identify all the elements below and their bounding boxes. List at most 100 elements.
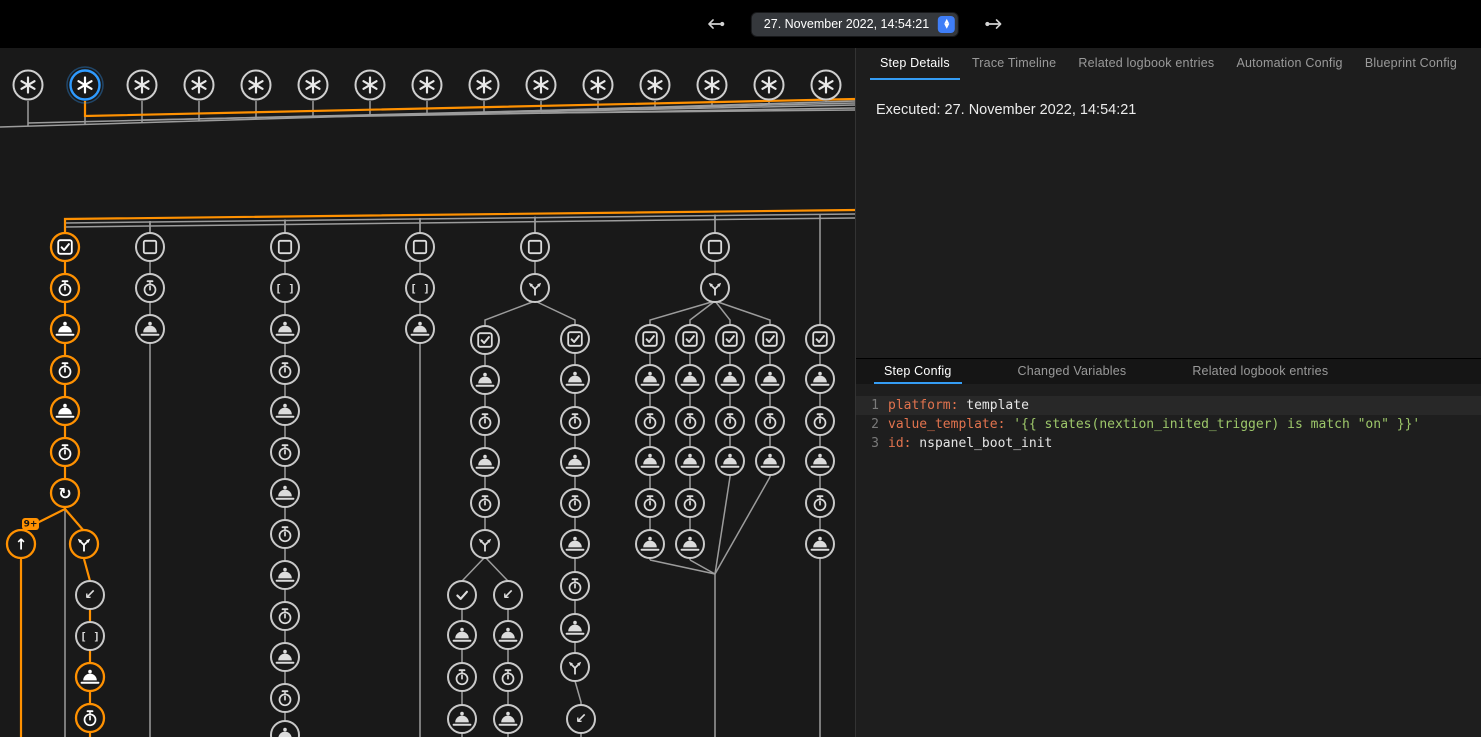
split-node[interactable]	[561, 653, 589, 681]
bell-node[interactable]	[806, 447, 834, 475]
tab-step-config[interactable]: Step Config	[874, 359, 962, 384]
bell-node[interactable]	[561, 448, 589, 476]
asterisk-node[interactable]	[470, 71, 499, 100]
timer-node[interactable]	[561, 572, 589, 600]
bell-node[interactable]	[271, 561, 299, 589]
timer-node[interactable]	[806, 407, 834, 435]
bell-node[interactable]	[448, 705, 476, 733]
timer-node[interactable]	[471, 489, 499, 517]
bell-node[interactable]	[494, 705, 522, 733]
asterisk-node[interactable]	[185, 71, 214, 100]
timer-node[interactable]	[136, 274, 164, 302]
asterisk-node[interactable]	[14, 71, 43, 100]
trace-picker-select[interactable]: 27. November 2022, 14:54:21 ▲▼	[751, 12, 959, 37]
bell-node[interactable]	[806, 530, 834, 558]
timer-node[interactable]	[676, 407, 704, 435]
arrow-bottom-left-node[interactable]: ↙	[494, 581, 522, 609]
square-node[interactable]	[136, 233, 164, 261]
bell-node[interactable]	[271, 643, 299, 671]
timer-node[interactable]	[716, 407, 744, 435]
bell-node[interactable]	[471, 448, 499, 476]
timer-node[interactable]	[676, 489, 704, 517]
timer-node[interactable]	[51, 438, 79, 466]
bell-node[interactable]	[561, 530, 589, 558]
asterisk-node[interactable]	[584, 71, 613, 100]
checkbox-marked-node[interactable]	[636, 325, 664, 353]
asterisk-node[interactable]	[128, 71, 157, 100]
bell-node[interactable]	[756, 365, 784, 393]
checkbox-marked-node[interactable]	[51, 233, 79, 261]
tab-automation-config[interactable]: Automation Config	[1226, 48, 1352, 80]
code-line[interactable]: 3id: nspanel_boot_init	[856, 434, 1481, 453]
bell-node[interactable]	[271, 479, 299, 507]
checkbox-marked-node[interactable]	[756, 325, 784, 353]
square-node[interactable]	[406, 233, 434, 261]
asterisk-node[interactable]	[527, 71, 556, 100]
checkbox-marked-node[interactable]	[676, 325, 704, 353]
timer-node[interactable]	[271, 684, 299, 712]
split-node[interactable]	[521, 274, 549, 302]
bell-node[interactable]	[406, 315, 434, 343]
asterisk-node[interactable]	[698, 71, 727, 100]
timer-node[interactable]	[76, 704, 104, 732]
tab-changed-variables[interactable]: Changed Variables	[1008, 359, 1137, 384]
bell-node[interactable]	[806, 365, 834, 393]
brackets-node[interactable]: [ ]	[406, 274, 434, 302]
bell-node[interactable]	[271, 721, 299, 737]
timer-node[interactable]	[806, 489, 834, 517]
timer-node[interactable]	[636, 489, 664, 517]
tab-step-details[interactable]: Step Details	[870, 48, 960, 80]
square-node[interactable]	[521, 233, 549, 261]
asterisk-node[interactable]	[356, 71, 385, 100]
refresh-node[interactable]: ↻	[51, 479, 79, 507]
timer-node[interactable]	[271, 356, 299, 384]
step-config-code-editor[interactable]: 1platform: template2value_template: '{{ …	[856, 384, 1481, 737]
bell-node[interactable]	[271, 315, 299, 343]
tab-blueprint-config[interactable]: Blueprint Config	[1355, 48, 1467, 80]
square-node[interactable]	[271, 233, 299, 261]
bell-node[interactable]	[76, 663, 104, 691]
checkbox-marked-node[interactable]	[561, 325, 589, 353]
timer-node[interactable]	[561, 489, 589, 517]
timer-node[interactable]	[271, 602, 299, 630]
check-node[interactable]	[448, 581, 476, 609]
split-node[interactable]	[471, 530, 499, 558]
code-line[interactable]: 2value_template: '{{ states(nextion_init…	[856, 415, 1481, 434]
asterisk-node[interactable]	[755, 71, 784, 100]
timer-node[interactable]	[271, 438, 299, 466]
timer-node[interactable]	[636, 407, 664, 435]
timer-node[interactable]	[448, 663, 476, 691]
asterisk-node[interactable]	[67, 67, 103, 103]
timer-node[interactable]	[51, 274, 79, 302]
arrow-bottom-left-node[interactable]: ↙	[567, 705, 595, 733]
asterisk-node[interactable]	[299, 71, 328, 100]
arrow-bottom-left-node[interactable]: ↙	[76, 581, 104, 609]
timer-node[interactable]	[561, 407, 589, 435]
bell-node[interactable]	[561, 365, 589, 393]
timer-node[interactable]	[51, 356, 79, 384]
bell-node[interactable]	[561, 614, 589, 642]
brackets-node[interactable]: [ ]	[271, 274, 299, 302]
bell-node[interactable]	[471, 366, 499, 394]
checkbox-marked-node[interactable]	[471, 326, 499, 354]
timer-node[interactable]	[271, 520, 299, 548]
bell-node[interactable]	[756, 447, 784, 475]
asterisk-node[interactable]	[812, 71, 841, 100]
bell-node[interactable]	[448, 621, 476, 649]
asterisk-node[interactable]	[413, 71, 442, 100]
square-node[interactable]	[701, 233, 729, 261]
bell-node[interactable]	[271, 397, 299, 425]
split-node[interactable]	[701, 274, 729, 302]
brackets-node[interactable]: [ ]	[76, 622, 104, 650]
previous-trace-button[interactable]	[703, 11, 729, 37]
bell-node[interactable]	[136, 315, 164, 343]
arrow-up-node[interactable]: ↑	[7, 530, 35, 558]
trace-graph[interactable]: ↻↑↙[ ][ ][ ]↙↙9+	[0, 0, 855, 737]
split-node[interactable]	[70, 530, 98, 558]
asterisk-node[interactable]	[242, 71, 271, 100]
bell-node[interactable]	[676, 447, 704, 475]
bell-node[interactable]	[51, 397, 79, 425]
asterisk-node[interactable]	[641, 71, 670, 100]
bell-node[interactable]	[494, 621, 522, 649]
tab-trace-timeline[interactable]: Trace Timeline	[962, 48, 1066, 80]
